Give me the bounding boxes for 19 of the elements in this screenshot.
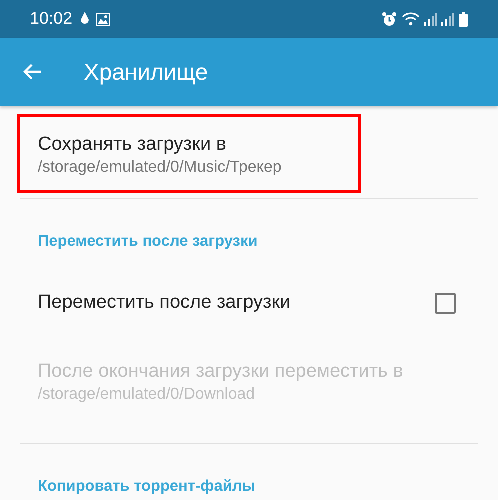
- preference-title[interactable]: Сохранять загрузки в: [38, 133, 460, 157]
- preference-summary: /storage/emulated/0/Download: [38, 385, 256, 405]
- checkbox-label[interactable]: Переместить после загрузки: [38, 291, 291, 315]
- back-icon: [22, 63, 42, 81]
- preference-summary: /storage/emulated/0/Music/Трекер: [38, 158, 283, 178]
- image-icon: [96, 12, 110, 26]
- preference-title: После окончания загрузки переместить в: [38, 360, 404, 384]
- status-time: 10:02: [30, 8, 73, 30]
- signal-icon: [440, 12, 454, 26]
- category-header: Копировать торрент-файлы: [38, 477, 256, 497]
- screen-title: Хранилище: [84, 58, 208, 87]
- wifi-icon: [402, 12, 420, 26]
- signal-icon: [423, 12, 437, 26]
- alarm-icon: [382, 12, 397, 26]
- checkbox[interactable]: [435, 292, 456, 314]
- drop-icon: [80, 12, 90, 26]
- category-header: Переместить после загрузки: [38, 232, 258, 252]
- battery-icon: [459, 12, 468, 26]
- back-button[interactable]: [22, 63, 42, 81]
